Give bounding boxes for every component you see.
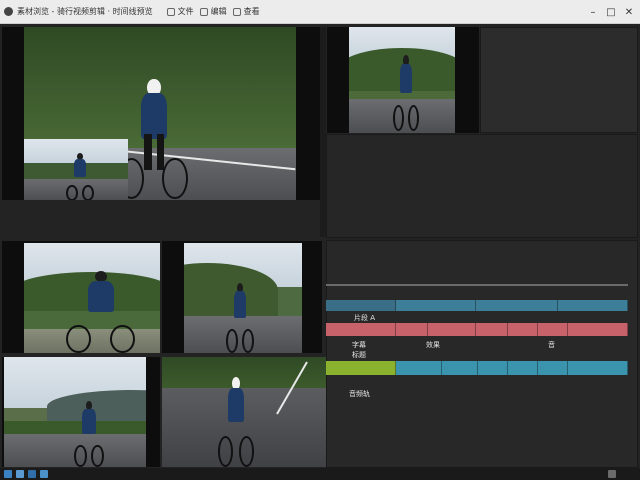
video-frame-6 bbox=[162, 357, 326, 467]
video-viewer-4[interactable] bbox=[162, 241, 322, 353]
toolbar-item-edit[interactable]: 编辑 bbox=[199, 6, 227, 17]
view-icon bbox=[232, 7, 241, 16]
video-viewer-2[interactable] bbox=[327, 27, 479, 133]
title-bar: 素材浏览 - 骑行视频剪辑 · 时间线预览 文件 编辑 查看 – □ ✕ bbox=[0, 0, 640, 24]
video-frame-5 bbox=[4, 357, 146, 467]
app-icon bbox=[4, 7, 13, 16]
track-label-3: 音频轨 bbox=[349, 390, 370, 398]
close-button[interactable]: ✕ bbox=[620, 0, 638, 24]
track-label-2b: 效果 bbox=[426, 341, 440, 349]
track-label-2c: 音 bbox=[548, 341, 555, 349]
edit-icon bbox=[199, 7, 208, 16]
video-frame-2 bbox=[349, 27, 455, 133]
track-label-2d: 标题 bbox=[352, 351, 366, 359]
timeline-track-2[interactable] bbox=[326, 323, 628, 336]
folder-icon[interactable] bbox=[28, 470, 36, 478]
video-viewer-1[interactable] bbox=[2, 27, 320, 200]
toolbar-item-view[interactable]: 查看 bbox=[232, 6, 260, 17]
start-icon[interactable] bbox=[4, 470, 12, 478]
timeline-track-1[interactable] bbox=[326, 300, 628, 311]
timeline-panel[interactable] bbox=[326, 240, 638, 468]
minimize-button[interactable]: – bbox=[584, 0, 602, 24]
splitter[interactable] bbox=[320, 27, 326, 237]
browser-icon[interactable] bbox=[16, 470, 24, 478]
properties-panel bbox=[326, 134, 638, 238]
editor-icon[interactable] bbox=[40, 470, 48, 478]
video-viewer-5[interactable] bbox=[2, 357, 160, 467]
cyclist bbox=[119, 79, 188, 199]
track-label-1: 片段 A bbox=[354, 314, 376, 322]
video-viewer-3[interactable] bbox=[2, 241, 160, 353]
toolbar-item-file[interactable]: 文件 bbox=[166, 6, 194, 17]
maximize-button[interactable]: □ bbox=[602, 0, 620, 24]
video-viewer-6[interactable] bbox=[162, 357, 326, 467]
window-title: 素材浏览 - 骑行视频剪辑 · 时间线预览 bbox=[17, 7, 153, 16]
tray-icon[interactable] bbox=[608, 470, 616, 478]
track-label-2a: 字幕 bbox=[352, 341, 366, 349]
video-frame-3 bbox=[24, 243, 160, 353]
preview-panel-empty bbox=[480, 27, 638, 133]
timeline-ruler[interactable] bbox=[326, 284, 628, 286]
video-frame-4 bbox=[184, 243, 302, 353]
file-icon bbox=[166, 7, 175, 16]
timeline-track-3[interactable] bbox=[326, 361, 628, 375]
video-inset-1 bbox=[24, 139, 128, 200]
taskbar bbox=[0, 468, 640, 480]
